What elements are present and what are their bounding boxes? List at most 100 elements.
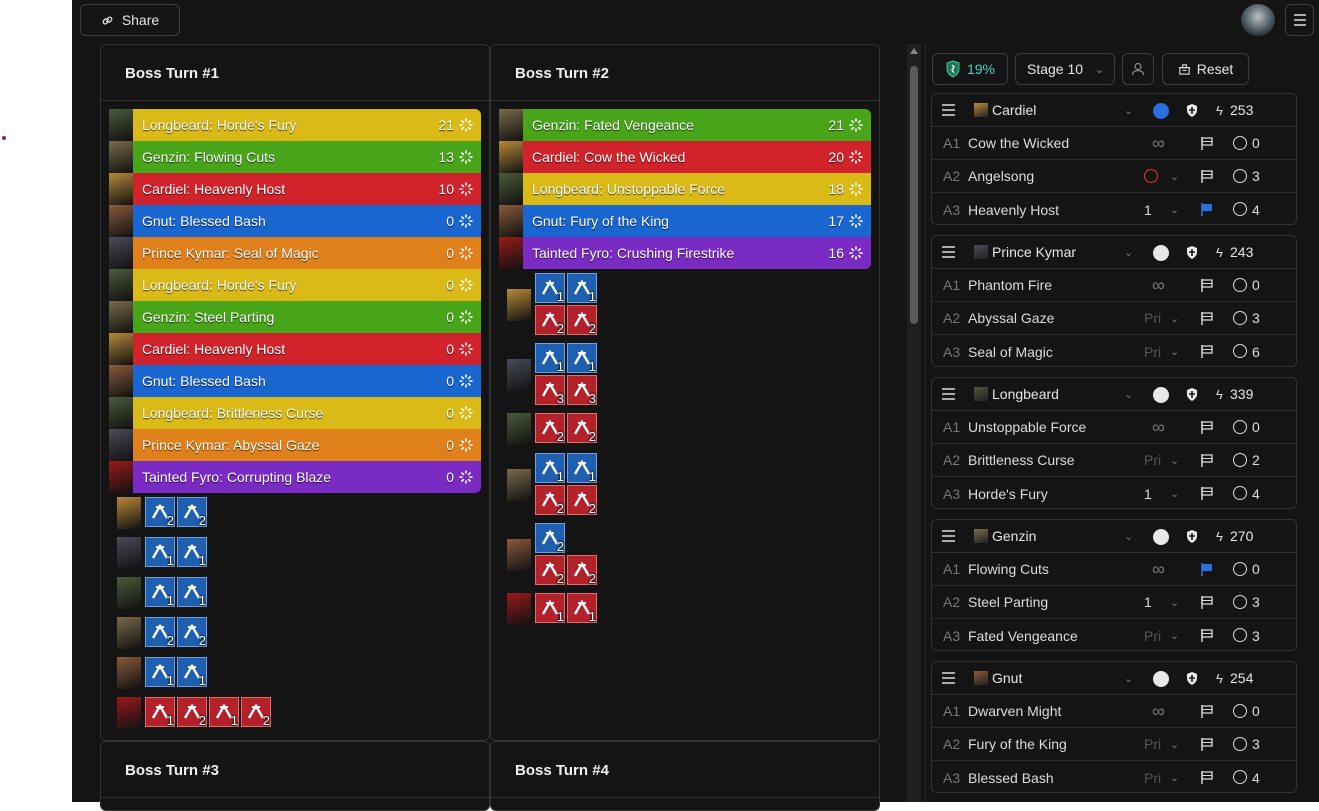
action-row[interactable]: Tainted Fyro: Crushing Firestrike 16: [499, 237, 871, 269]
drag-handle-icon[interactable]: [941, 530, 956, 542]
action-row[interactable]: Gnut: Blessed Bash 0: [109, 205, 481, 237]
cooldown-value[interactable]: 0: [1252, 135, 1260, 151]
priority-placeholder[interactable]: Pri: [1144, 310, 1161, 326]
user-settings-button[interactable]: [1122, 53, 1154, 85]
flag-icon[interactable]: [1200, 278, 1214, 293]
champion-select-chevron-icon[interactable]: ⌄: [1124, 246, 1133, 259]
scrollbar[interactable]: [907, 44, 921, 802]
reset-button[interactable]: Reset: [1162, 53, 1249, 85]
shield-icon[interactable]: [1185, 529, 1199, 547]
flag-icon[interactable]: [1200, 344, 1214, 359]
cooldown-value[interactable]: 3: [1252, 736, 1260, 752]
priority-chevron-icon[interactable]: ⌄: [1170, 487, 1179, 500]
cooldown-value[interactable]: 2: [1252, 452, 1260, 468]
flag-icon[interactable]: [1200, 628, 1214, 643]
flag-icon[interactable]: [1200, 311, 1214, 326]
cooldown-value[interactable]: 0: [1252, 277, 1260, 293]
success-rate-button[interactable]: 19%: [932, 53, 1008, 85]
cooldown-value[interactable]: 6: [1252, 344, 1260, 360]
scroll-up-arrow[interactable]: [910, 48, 918, 54]
priority-chevron-icon[interactable]: ⌄: [1170, 596, 1179, 609]
priority-placeholder[interactable]: Pri: [1144, 344, 1161, 360]
champion-select-chevron-icon[interactable]: ⌄: [1124, 530, 1133, 543]
priority-chevron-icon[interactable]: ⌄: [1170, 738, 1179, 751]
cooldown-value[interactable]: 3: [1252, 628, 1260, 644]
cooldown-value[interactable]: 0: [1252, 419, 1260, 435]
auto-mode-icon[interactable]: [1153, 103, 1169, 119]
main-menu-button[interactable]: [1285, 4, 1314, 36]
cooldown-value[interactable]: 3: [1252, 594, 1260, 610]
auto-mode-icon[interactable]: [1153, 387, 1169, 403]
action-row[interactable]: Cardiel: Heavenly Host 10: [109, 173, 481, 205]
user-avatar[interactable]: [1241, 4, 1275, 36]
action-row[interactable]: Genzin: Steel Parting 0: [109, 301, 481, 333]
drag-handle-icon[interactable]: [941, 104, 956, 116]
priority-infinite[interactable]: ∞: [1152, 559, 1165, 580]
priority-placeholder[interactable]: Pri: [1144, 628, 1161, 644]
priority-chevron-icon[interactable]: ⌄: [1170, 345, 1179, 358]
priority-chevron-icon[interactable]: ⌄: [1170, 203, 1179, 216]
share-button[interactable]: Share: [80, 4, 180, 36]
cooldown-value[interactable]: 0: [1252, 703, 1260, 719]
flag-icon[interactable]: [1200, 136, 1214, 151]
stage-select[interactable]: Stage 10 ⌄: [1015, 53, 1115, 85]
action-row[interactable]: Longbeard: Unstoppable Force 18: [499, 173, 871, 205]
action-row[interactable]: Longbeard: Horde's Fury 21: [109, 109, 481, 141]
drag-handle-icon[interactable]: [941, 672, 956, 684]
shield-icon[interactable]: [1185, 387, 1199, 405]
action-row[interactable]: Genzin: Fated Vengeance 21: [499, 109, 871, 141]
flag-icon[interactable]: [1200, 737, 1214, 752]
priority-chevron-icon[interactable]: ⌄: [1170, 629, 1179, 642]
priority-placeholder[interactable]: Pri: [1144, 736, 1161, 752]
cooldown-value[interactable]: 4: [1252, 202, 1260, 218]
action-row[interactable]: Longbeard: Brittleness Curse 0: [109, 397, 481, 429]
priority-infinite[interactable]: ∞: [1152, 701, 1165, 722]
priority-infinite[interactable]: ∞: [1152, 417, 1165, 438]
action-row[interactable]: Prince Kymar: Abyssal Gaze 0: [109, 429, 481, 461]
shield-icon[interactable]: [1185, 245, 1199, 263]
action-row[interactable]: Longbeard: Horde's Fury 0: [109, 269, 481, 301]
priority-value[interactable]: 1: [1144, 594, 1152, 610]
cooldown-value[interactable]: 3: [1252, 310, 1260, 326]
action-row[interactable]: Cardiel: Cow the Wicked 20: [499, 141, 871, 173]
scrollbar-thumb[interactable]: [910, 66, 918, 324]
priority-chevron-icon[interactable]: ⌄: [1170, 771, 1179, 784]
priority-chevron-icon[interactable]: ⌄: [1170, 170, 1179, 183]
action-row[interactable]: Gnut: Fury of the King 17: [499, 205, 871, 237]
auto-mode-icon[interactable]: [1153, 671, 1169, 687]
cooldown-value[interactable]: 0: [1252, 561, 1260, 577]
priority-chevron-icon[interactable]: ⌄: [1170, 454, 1179, 467]
priority-value[interactable]: 1: [1144, 486, 1152, 502]
flag-icon[interactable]: [1200, 595, 1214, 610]
drag-handle-icon[interactable]: [941, 246, 956, 258]
action-row[interactable]: Gnut: Blessed Bash 0: [109, 365, 481, 397]
flag-icon[interactable]: [1200, 704, 1214, 719]
action-row[interactable]: Cardiel: Heavenly Host 0: [109, 333, 481, 365]
action-row[interactable]: Tainted Fyro: Corrupting Blaze 0: [109, 461, 481, 493]
action-row[interactable]: Prince Kymar: Seal of Magic 0: [109, 237, 481, 269]
shield-icon[interactable]: [1185, 103, 1199, 121]
champion-select-chevron-icon[interactable]: ⌄: [1124, 672, 1133, 685]
priority-placeholder[interactable]: Pri: [1144, 770, 1161, 786]
priority-infinite[interactable]: ∞: [1152, 275, 1165, 296]
priority-chevron-icon[interactable]: ⌄: [1170, 312, 1179, 325]
cooldown-value[interactable]: 3: [1252, 168, 1260, 184]
priority-infinite[interactable]: ∞: [1152, 133, 1165, 154]
cooldown-value[interactable]: 4: [1252, 770, 1260, 786]
champion-select-chevron-icon[interactable]: ⌄: [1124, 388, 1133, 401]
action-row[interactable]: Genzin: Flowing Cuts 13: [109, 141, 481, 173]
priority-value[interactable]: 1: [1144, 202, 1152, 218]
flag-icon[interactable]: [1200, 562, 1214, 577]
flag-icon[interactable]: [1200, 202, 1214, 217]
flag-icon[interactable]: [1200, 770, 1214, 785]
priority-placeholder[interactable]: Pri: [1144, 452, 1161, 468]
flag-icon[interactable]: [1200, 453, 1214, 468]
shield-icon[interactable]: [1185, 671, 1199, 689]
flag-icon[interactable]: [1200, 169, 1214, 184]
drag-handle-icon[interactable]: [941, 388, 956, 400]
flag-icon[interactable]: [1200, 420, 1214, 435]
priority-disabled-icon[interactable]: [1144, 169, 1158, 183]
auto-mode-icon[interactable]: [1153, 529, 1169, 545]
flag-icon[interactable]: [1200, 486, 1214, 501]
champion-select-chevron-icon[interactable]: ⌄: [1124, 104, 1133, 117]
